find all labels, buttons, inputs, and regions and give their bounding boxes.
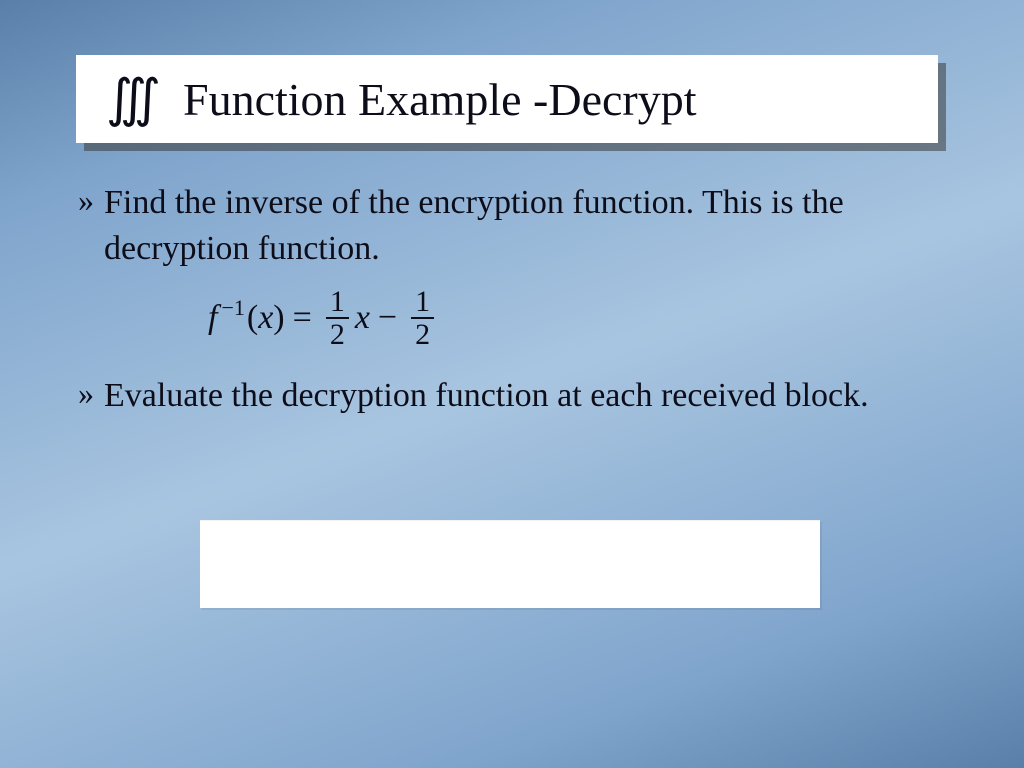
slide: ∭ Function Example -Decrypt » Find the i… [0,0,1024,768]
title-bullet-icon: ∭ [106,69,161,129]
frac1-numerator: 1 [326,286,349,318]
frac1-denominator: 2 [326,317,349,351]
bullet-item: » Find the inverse of the encryption fun… [78,180,948,272]
formula-arg: x [258,301,273,335]
formula-paren-close: ) [273,301,284,335]
formula-func: f [208,301,217,335]
formula-var: x [355,301,370,335]
blank-content-box [200,520,820,608]
formula-minus: − [378,301,397,335]
formula-fraction-1: 1 2 [326,286,349,351]
formula-paren-open: ( [247,301,258,335]
bullet-marker-icon: » [78,373,90,413]
bullet-item: » Evaluate the decryption function at ea… [78,373,948,419]
bullet-text: Evaluate the decryption function at each… [104,373,869,419]
frac2-numerator: 1 [411,286,434,318]
formula: f−1(x) = 1 2 x − 1 2 [208,286,948,351]
bullet-text: Find the inverse of the encryption funct… [104,180,948,272]
title-box: ∭ Function Example -Decrypt [76,55,938,143]
frac2-denominator: 2 [411,317,434,351]
formula-fraction-2: 1 2 [411,286,434,351]
bullet-marker-icon: » [78,180,90,220]
slide-body: » Find the inverse of the encryption fun… [78,180,948,425]
formula-exponent: −1 [221,297,244,319]
slide-title: Function Example -Decrypt [183,73,697,126]
formula-equals: = [293,301,312,335]
